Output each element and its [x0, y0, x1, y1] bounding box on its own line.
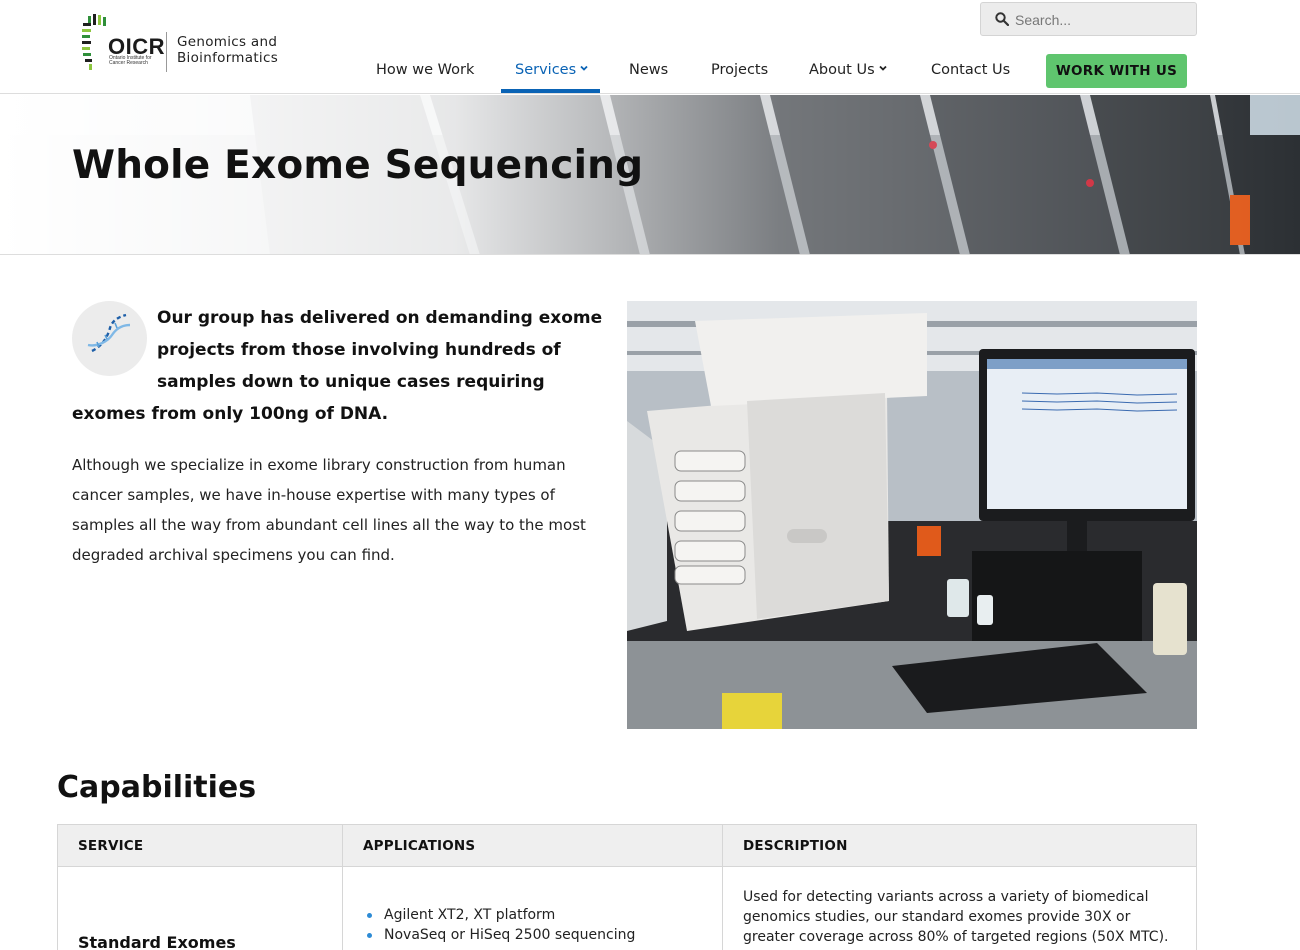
- nav-active-indicator: [501, 89, 600, 93]
- hero-banner: Whole Exome Sequencing: [0, 95, 1300, 255]
- intro-lead-text: Our group has delivered on demanding exo…: [72, 302, 617, 430]
- capabilities-table: SERVICE APPLICATIONS DESCRIPTION Standar…: [57, 824, 1197, 950]
- intro-body-text: Although we specialize in exome library …: [72, 456, 586, 564]
- capabilities-heading: Capabilities: [57, 770, 257, 805]
- table-cell-description: Used for detecting variants across a var…: [743, 889, 1169, 950]
- nav-how-we-work[interactable]: How we Work: [376, 62, 474, 94]
- table-header-description: DESCRIPTION: [723, 825, 1196, 867]
- oicr-logo[interactable]: OICR Ontario Institute for Cancer Resear…: [82, 14, 302, 72]
- search-input[interactable]: [1015, 9, 1185, 31]
- list-item: Agilent XT2, XT platform: [364, 905, 635, 925]
- work-with-us-button[interactable]: WORK WITH US: [1046, 54, 1187, 88]
- nav-contact-us[interactable]: Contact Us: [931, 62, 1010, 94]
- logo-subtitle: Ontario Institute for Cancer Research: [109, 55, 152, 66]
- table-cell-service: Standard Exomes: [78, 933, 236, 950]
- nav-about-us[interactable]: About Us: [809, 62, 887, 94]
- table-column-divider: [342, 825, 343, 950]
- fragment-analyzer-image: [627, 301, 1197, 729]
- list-item: NovaSeq or HiSeq 2500 sequencing: [364, 925, 635, 945]
- chevron-down-icon: [879, 65, 887, 71]
- nav-news[interactable]: News: [629, 62, 668, 94]
- site-name-line1: Genomics and: [177, 34, 278, 50]
- site-name-line2: Bioinformatics: [177, 50, 279, 66]
- nav-projects[interactable]: Projects: [711, 62, 768, 94]
- site-name: Genomics and Bioinformatics: [177, 34, 278, 66]
- logo-divider: [166, 32, 167, 72]
- chevron-down-icon: [580, 65, 588, 71]
- search-icon[interactable]: [995, 12, 1009, 26]
- site-header: OICR Ontario Institute for Cancer Resear…: [0, 0, 1300, 94]
- nav-services-label: Services: [515, 62, 577, 78]
- table-header-applications: APPLICATIONS: [343, 825, 723, 867]
- lab-instrument-photo: [627, 301, 1197, 729]
- table-header-service: SERVICE: [58, 825, 343, 867]
- search-box[interactable]: [980, 2, 1197, 36]
- nav-about-us-label: About Us: [809, 62, 875, 78]
- table-column-divider: [722, 825, 723, 950]
- table-cell-applications: Agilent XT2, XT platform NovaSeq or HiSe…: [364, 905, 635, 945]
- page-title: Whole Exome Sequencing: [72, 143, 644, 188]
